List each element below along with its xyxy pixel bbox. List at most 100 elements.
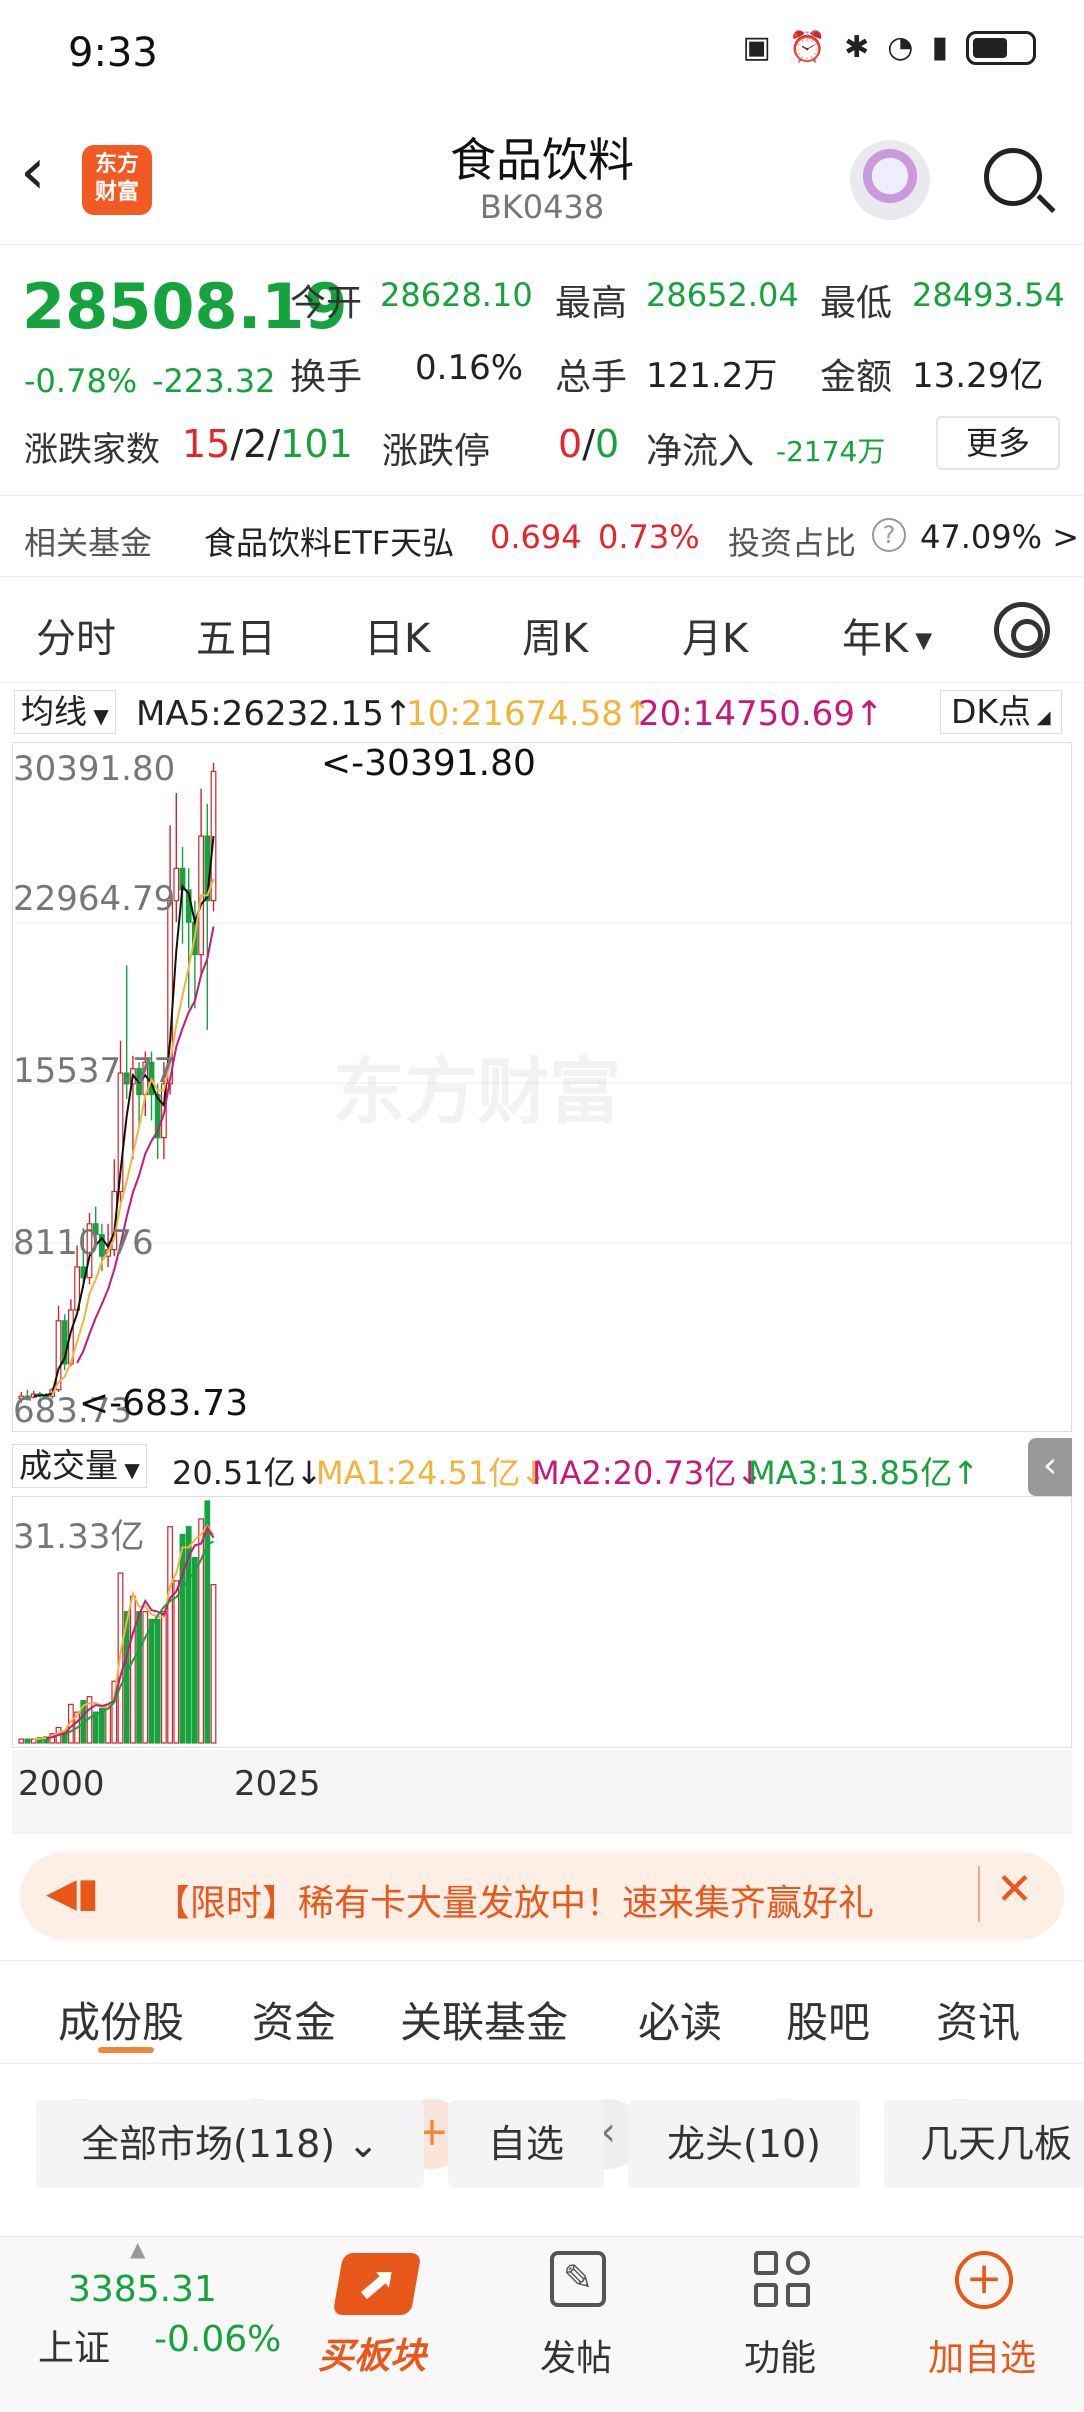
index-value[interactable]: 3385.31 [68, 2269, 217, 2310]
volume-bar [198, 1518, 205, 1744]
ma5-value: MA5:26232.15↑ [136, 694, 413, 734]
min-marker: <-683.73 [79, 1383, 249, 1424]
filter-leaders[interactable]: 龙头(10) [628, 2100, 860, 2188]
expand-up-icon[interactable]: ▲ [130, 2237, 145, 2261]
volume-bar [24, 1738, 31, 1744]
ratio-value: 47.09% > [920, 518, 1079, 556]
help-icon[interactable]: ? [872, 518, 906, 552]
max-marker: <-30391.80 [321, 743, 536, 784]
tab-must-read[interactable]: 必读 [638, 1989, 722, 2050]
close-icon[interactable]: ✕ [996, 1864, 1033, 1915]
function-grid-icon[interactable] [754, 2251, 812, 2309]
function-label[interactable]: 功能 [744, 2329, 816, 2381]
tab-weekly-k[interactable]: 周K [522, 606, 588, 664]
add-circle-icon[interactable]: + [955, 2251, 1013, 2309]
status-bar: 9:33 ▣ ⏰ ✱ ◔ ▮ [0, 0, 1084, 110]
app-header: ‹ 东方 财富 食品饮料 BK0438 [0, 110, 1084, 245]
bottom-nav: ▲ 3385.31 上证 -0.06% ⬈ 买板块 ✎ 发帖 功能 + 加自选 [0, 2236, 1084, 2412]
volume-bar [204, 1500, 211, 1744]
change-percent: -0.78% [24, 362, 138, 400]
dk-point-button[interactable]: DK点 ◢ [940, 690, 1062, 734]
buy-sector-icon[interactable]: ⬈ [332, 2253, 422, 2315]
volume-bar [148, 1618, 155, 1744]
volume-bar [92, 1711, 99, 1744]
related-fund-row[interactable]: 相关基金 食品饮料ETF天弘 0.694 0.73% 投资占比 ? 47.09%… [0, 495, 1084, 577]
search-icon[interactable] [984, 148, 1042, 206]
tab-related-funds[interactable]: 关联基金 [400, 1989, 568, 2050]
alarm-icon: ⏰ [788, 30, 827, 65]
volume-chart[interactable]: 31.33亿 [12, 1496, 1072, 1748]
fund-price: 0.694 [490, 518, 582, 556]
ma-selector[interactable]: 均线 ▼ [14, 690, 116, 734]
candlestick-chart[interactable]: 东方财富 30391.80 22964.79 15537.77 8110.76 … [12, 742, 1072, 2169]
ma10-value: 10:21674.58↑ [406, 694, 652, 734]
tab-five-day[interactable]: 五日 [196, 606, 276, 664]
content-tabs: 成份股 资金 关联基金 必读 股吧 资讯 [0, 1960, 1084, 2064]
active-tab-indicator [98, 2047, 154, 2053]
filter-streak[interactable]: 几天几板 [884, 2100, 1084, 2188]
turnover-value: 0.16% [415, 348, 524, 388]
tab-constituents[interactable]: 成份股 [58, 1989, 184, 2050]
status-icons: ▣ ⏰ ✱ ◔ ▮ [742, 30, 1036, 65]
year-axis: 2000 2025 [12, 1750, 1072, 1834]
vol-ma2: MA2:20.73亿↓ [532, 1454, 764, 1492]
bluetooth-icon: ✱ [844, 30, 870, 65]
updown-label: 涨跌家数 [24, 430, 160, 470]
filter-all-market[interactable]: 全部市场(118) ⌄ [36, 2100, 424, 2188]
grid-cell [754, 2251, 778, 2275]
volume-bar [142, 1611, 149, 1744]
low-value: 28493.54 [912, 276, 1065, 314]
signal-icon: ▮ [931, 30, 948, 65]
tab-intraday[interactable]: 分时 [36, 606, 116, 664]
tab-forum[interactable]: 股吧 [786, 1989, 870, 2050]
volume-value: 20.51亿↓ [172, 1454, 323, 1492]
limit-label: 涨跌停 [382, 431, 491, 472]
volume-bar [129, 1595, 136, 1744]
fund-label: 相关基金 [24, 524, 153, 562]
post-pencil-icon[interactable]: ✎ [550, 2251, 606, 2307]
fund-pct: 0.73% [598, 518, 700, 556]
tab-news[interactable]: 资讯 [936, 1989, 1020, 2050]
buy-sector-label[interactable]: 买板块 [318, 2327, 426, 2379]
wifi-icon: ◔ [887, 30, 914, 65]
period-tabs: 分时 五日 日K 周K 月K 年K ▼ [0, 578, 1084, 683]
ma-row: 均线 ▼ MA5:26232.15↑ 10:21674.58↑ 20:14750… [0, 686, 1084, 738]
volume-bar [173, 1580, 180, 1744]
turnover-label: 换手 [290, 357, 363, 398]
year-start: 2000 [18, 1764, 105, 1804]
watermark: 东方财富 [333, 1050, 622, 1134]
promo-banner[interactable]: ◀▮ 【限时】稀有卡大量发放中！速来集齐赢好礼 ✕ [20, 1852, 1064, 1940]
tab-yearly-k[interactable]: 年K ▼ [842, 606, 932, 664]
updown-counts: 15/2/101 [182, 422, 353, 466]
add-watch-label[interactable]: 加自选 [928, 2329, 1036, 2381]
volume-svg [18, 1500, 217, 1744]
filter-watchlist[interactable]: 自选 [448, 2100, 604, 2188]
volume-bar [136, 1611, 143, 1744]
ma20-value: 20:14750.69↑ [638, 694, 884, 734]
settings-gear-icon[interactable] [994, 602, 1050, 658]
fund-name: 食品饮料ETF天弘 [204, 524, 455, 562]
volume-bar [167, 1526, 174, 1744]
assistant-robot-icon[interactable] [850, 140, 930, 220]
vol-ma1: MA1:24.51亿↓ [316, 1454, 548, 1492]
ma-line-ma20 [76, 926, 215, 1364]
volume-selector[interactable]: 成交量 ▼ [12, 1444, 147, 1488]
collapse-arrow-icon[interactable]: ‹ [1028, 1438, 1072, 1496]
inflow-value: -2174万 [776, 435, 886, 468]
grid-cell [786, 2283, 810, 2307]
nfc-icon: ▣ [742, 30, 771, 65]
volume-bar [192, 1557, 198, 1744]
index-pct: -0.06% [154, 2319, 282, 2360]
y-tick-2: 22964.79 [13, 879, 176, 919]
banner-text: 【限时】稀有卡大量发放中！速来集齐赢好礼 [154, 1883, 875, 1924]
tab-monthly-k[interactable]: 月K [682, 606, 748, 664]
volume-bar [179, 1533, 186, 1744]
low-label: 最低 [820, 283, 893, 324]
more-button[interactable]: 更多 [936, 416, 1060, 470]
volume-bar [210, 1583, 217, 1744]
tab-funds[interactable]: 资金 [252, 1989, 336, 2050]
high-label: 最高 [555, 283, 628, 324]
tab-daily-k[interactable]: 日K [364, 606, 430, 664]
post-label[interactable]: 发帖 [540, 2329, 612, 2381]
open-value: 28628.10 [380, 276, 533, 314]
